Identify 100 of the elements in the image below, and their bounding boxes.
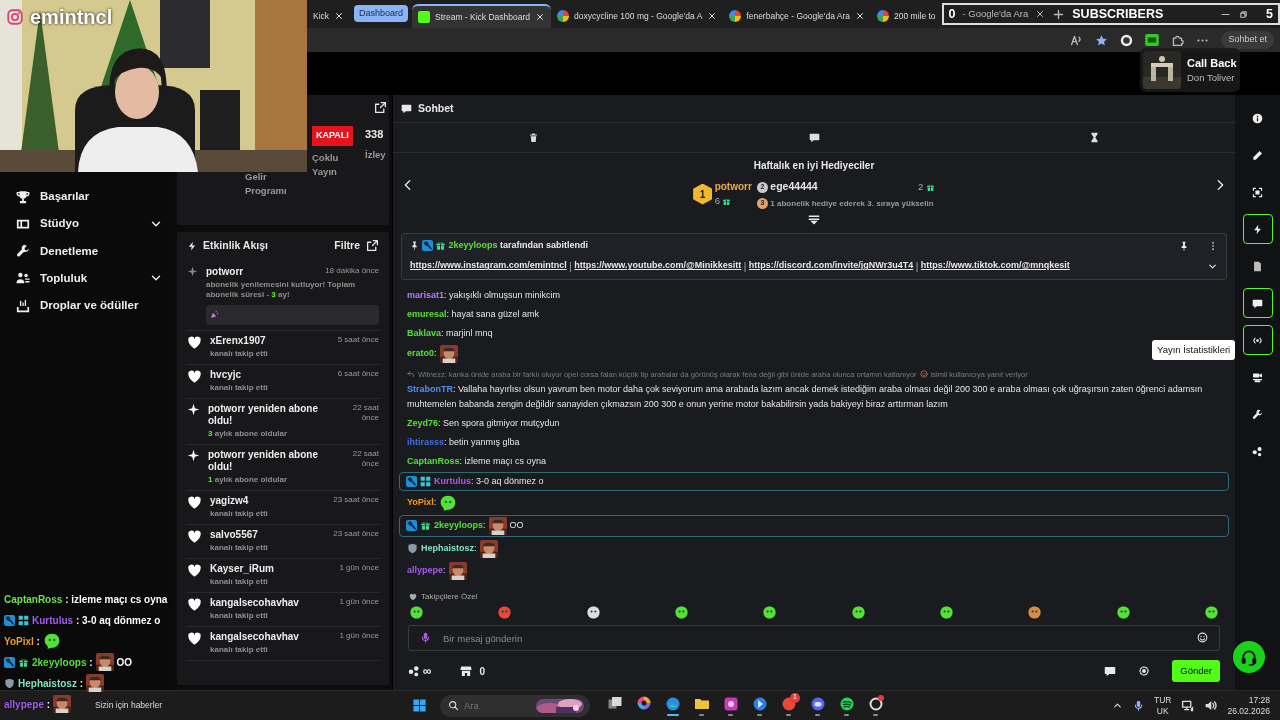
stat-label: Gelir Programı <box>245 170 288 199</box>
close-icon[interactable] <box>535 12 546 22</box>
close-icon[interactable] <box>334 11 345 21</box>
emote-icon[interactable] <box>762 605 778 620</box>
chat-icon[interactable] <box>1104 665 1117 677</box>
message-text: Kurtulus : 3-0 aq dönmez o <box>32 613 161 628</box>
sidebar-item[interactable]: Droplar ve ödüller <box>0 292 175 320</box>
settings-icon[interactable] <box>1138 665 1151 677</box>
sidebar-item[interactable]: Denetleme <box>0 237 175 265</box>
extension-icon[interactable] <box>1145 34 1160 46</box>
hammer-badge-icon <box>406 520 417 531</box>
event-time: 1 gün önce <box>339 562 379 574</box>
nodes-icon <box>1252 445 1263 457</box>
emote-icon[interactable] <box>1115 605 1131 620</box>
event-text: kanalı takip etti <box>210 576 269 587</box>
layout-indicator[interactable]: UK <box>1153 705 1172 717</box>
username: Kayser_iRum <box>210 562 274 575</box>
tooltip: Yayın İstatistikleri <box>1152 340 1236 361</box>
message-text: CaptanRoss : izleme maçı cs oyna <box>4 592 168 607</box>
star-icon[interactable] <box>1095 33 1109 47</box>
message-field[interactable]: Bir mesaj gönderin <box>408 625 1220 651</box>
focus-icon <box>1252 186 1263 198</box>
emote-icon[interactable] <box>585 605 601 620</box>
store-icon[interactable] <box>459 665 472 677</box>
reply-icon <box>407 370 415 378</box>
network-icon[interactable] <box>1181 699 1195 712</box>
language-indicator[interactable]: TUR <box>1153 694 1172 706</box>
browser-tab[interactable]: Kick <box>307 4 351 28</box>
extension-icon[interactable] <box>1120 33 1134 47</box>
sidebar-item[interactable]: Stüdyo <box>0 210 175 238</box>
emoji-icon[interactable] <box>1197 632 1208 643</box>
microphone-icon[interactable] <box>1132 700 1144 711</box>
music-icon <box>838 695 855 712</box>
message-text: YoPixl: <box>407 496 437 509</box>
sparkle-icon <box>187 265 198 277</box>
rank-badge: 1 <box>693 183 713 205</box>
broadcast-button[interactable] <box>1242 325 1273 355</box>
event-text: kanalı takip etti <box>210 382 269 393</box>
pin-icon[interactable] <box>1179 240 1189 251</box>
username: potworr <box>206 265 244 278</box>
extensions-icon[interactable] <box>1171 33 1185 47</box>
points-value: ∞ <box>423 663 432 680</box>
clock-date[interactable]: 26.02.2026 <box>1227 705 1270 717</box>
message-text: Kurtulus: 3-0 aq dönmez o <box>434 474 544 488</box>
clock-time[interactable]: 17:28 <box>1227 694 1270 706</box>
browser-tab[interactable]: 200 mile to <box>871 4 942 28</box>
event-title: potworr yeniden abone oldu! <box>208 448 319 473</box>
send-button[interactable]: Gönder <box>1172 659 1220 683</box>
username: xErenx1907 <box>210 334 266 347</box>
grid-badge-icon <box>18 614 29 626</box>
chat-button[interactable] <box>1242 288 1273 318</box>
message-text: OO <box>116 655 133 670</box>
microphone-icon[interactable] <box>420 632 431 643</box>
close-icon[interactable] <box>1035 9 1046 19</box>
emote-icon[interactable] <box>409 605 424 620</box>
pop-out-icon[interactable] <box>374 101 387 114</box>
hammer-badge-icon <box>4 614 15 626</box>
username: 2keyyloops <box>448 239 498 252</box>
read-aloud-icon[interactable] <box>1070 33 1084 47</box>
link[interactable]: https://www.instagram.com/emintncl <box>410 259 567 273</box>
event-time: 6 saat önce <box>337 368 379 380</box>
emote-icon[interactable] <box>850 605 866 620</box>
emote-icon[interactable] <box>674 605 689 620</box>
news-widget[interactable]: Sizin için haberler <box>95 700 163 711</box>
rank-hint: 1 abonelik hediye ederek 3. sıraya yükselin <box>770 197 934 210</box>
heart-icon <box>187 368 202 384</box>
lightning-button[interactable] <box>1242 214 1273 244</box>
message-text: CaptanRoss: izleme maçı cs oyna <box>407 454 547 468</box>
copilot-button[interactable]: Sohbet et <box>1221 31 1274 49</box>
search-logo-icon <box>557 10 570 22</box>
hammer-badge-icon <box>406 475 417 487</box>
volume-icon[interactable] <box>1204 699 1218 712</box>
close-icon[interactable] <box>707 11 718 21</box>
emote-icon[interactable] <box>938 605 954 620</box>
emote-icon[interactable] <box>1203 605 1219 620</box>
sidebar-item[interactable]: Başarılar <box>0 183 175 211</box>
new-tab-icon[interactable] <box>1052 7 1066 21</box>
browser-tab[interactable]: fenerbahçe - Google'da Ara <box>723 4 871 28</box>
chat-icon <box>808 132 820 143</box>
sidebar-item[interactable]: Topluluk <box>0 264 175 292</box>
username: kangalsecohavhav <box>210 630 299 643</box>
event-text: kanalı takip etti <box>210 542 269 553</box>
stat-label: İzley <box>365 147 387 162</box>
tab-group-label[interactable]: Dashboard <box>354 4 409 22</box>
collapse-icon[interactable] <box>808 215 820 225</box>
message-text: Zeyd76: Sen spora gitmiyor mutçydun <box>407 416 560 430</box>
browser-tab[interactable]: Stream - Kick Dashboard <box>412 4 552 28</box>
link[interactable]: https://www.tiktok.com/@mnqkesit <box>920 259 1070 273</box>
kick-logo-icon <box>418 11 431 23</box>
event-text: kanalı takip etti <box>210 644 269 655</box>
link[interactable]: https://www.youtube.com/@Minikkesitt <box>574 259 742 273</box>
link[interactable]: https://discord.com/invite/jgNWr3u4T4 <box>748 259 914 273</box>
event-time: 1 gün önce <box>339 596 379 608</box>
filter-link[interactable]: Filtre <box>334 238 360 254</box>
restore-icon[interactable] <box>1238 8 1250 20</box>
pop-out-icon[interactable] <box>366 239 379 253</box>
close-icon[interactable] <box>855 11 865 21</box>
emote-icon[interactable] <box>1027 605 1043 620</box>
browser-tab[interactable]: doxycycline 100 mg - Google'da A <box>551 4 724 28</box>
browser-tab-title[interactable]: - Google'da Ara <box>962 6 1029 22</box>
